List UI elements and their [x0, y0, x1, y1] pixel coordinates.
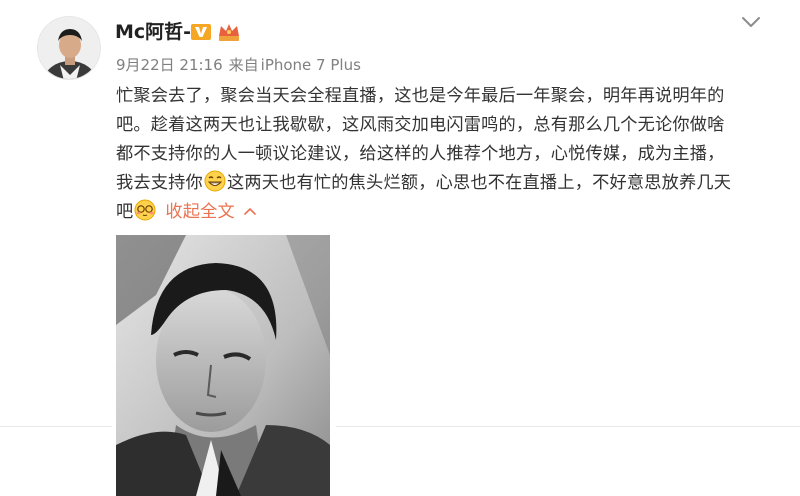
post-line-5: 吧 收起全文: [116, 198, 776, 227]
post-date[interactable]: 9月22日 21:16: [116, 56, 223, 74]
post-line-4: 我去支持你 这两天也有忙的焦头烂额，心思也不在直播上，不好意思放养几天: [116, 169, 776, 198]
shy-emoji-icon: [134, 199, 156, 221]
source-device: iPhone 7 Plus: [260, 56, 361, 74]
post-line-1: 忙聚会去了，聚会当天会全程直播，这也是今年最后一年聚会，明年再说明年的: [116, 86, 725, 106]
post-line-4-end: 这两天也有忙的焦头烂额，心思也不在直播上，不好意思放养几天: [226, 173, 732, 193]
username[interactable]: Mc阿哲-: [115, 20, 191, 44]
member-crown-icon: [219, 24, 239, 41]
collapse-text-link[interactable]: 收起全文: [165, 202, 235, 222]
post-text: 忙聚会去了，聚会当天会全程直播，这也是今年最后一年聚会，明年再说明年的 吧。趁着…: [116, 82, 776, 227]
caret-up-icon[interactable]: [243, 206, 257, 216]
post-image[interactable]: [116, 235, 330, 496]
post-meta: 9月22日 21:16 来自 iPhone 7 Plus: [116, 55, 367, 75]
portrait-photo: [116, 235, 330, 496]
grin-emoji-icon: [204, 170, 226, 192]
post-line-4-start: 我去支持你: [116, 173, 203, 193]
post-line-2: 吧。趁着这两天也让我歇歇，这风雨交加电闪雷鸣的，总有那么几个无论你做啥: [116, 115, 725, 135]
verified-v-badge-icon: [191, 24, 211, 40]
avatar[interactable]: [37, 16, 101, 80]
source-prefix: 来自: [228, 56, 259, 74]
chevron-down-icon[interactable]: [740, 14, 762, 30]
post-line-5-text: 吧: [116, 202, 134, 222]
post-line-3: 都不支持你的人一顿议论建议，给这样的人推荐个地方，心悦传媒，成为主播，: [116, 144, 725, 164]
divider: [0, 426, 112, 427]
avatar-portrait: [38, 17, 100, 79]
divider: [336, 426, 800, 427]
